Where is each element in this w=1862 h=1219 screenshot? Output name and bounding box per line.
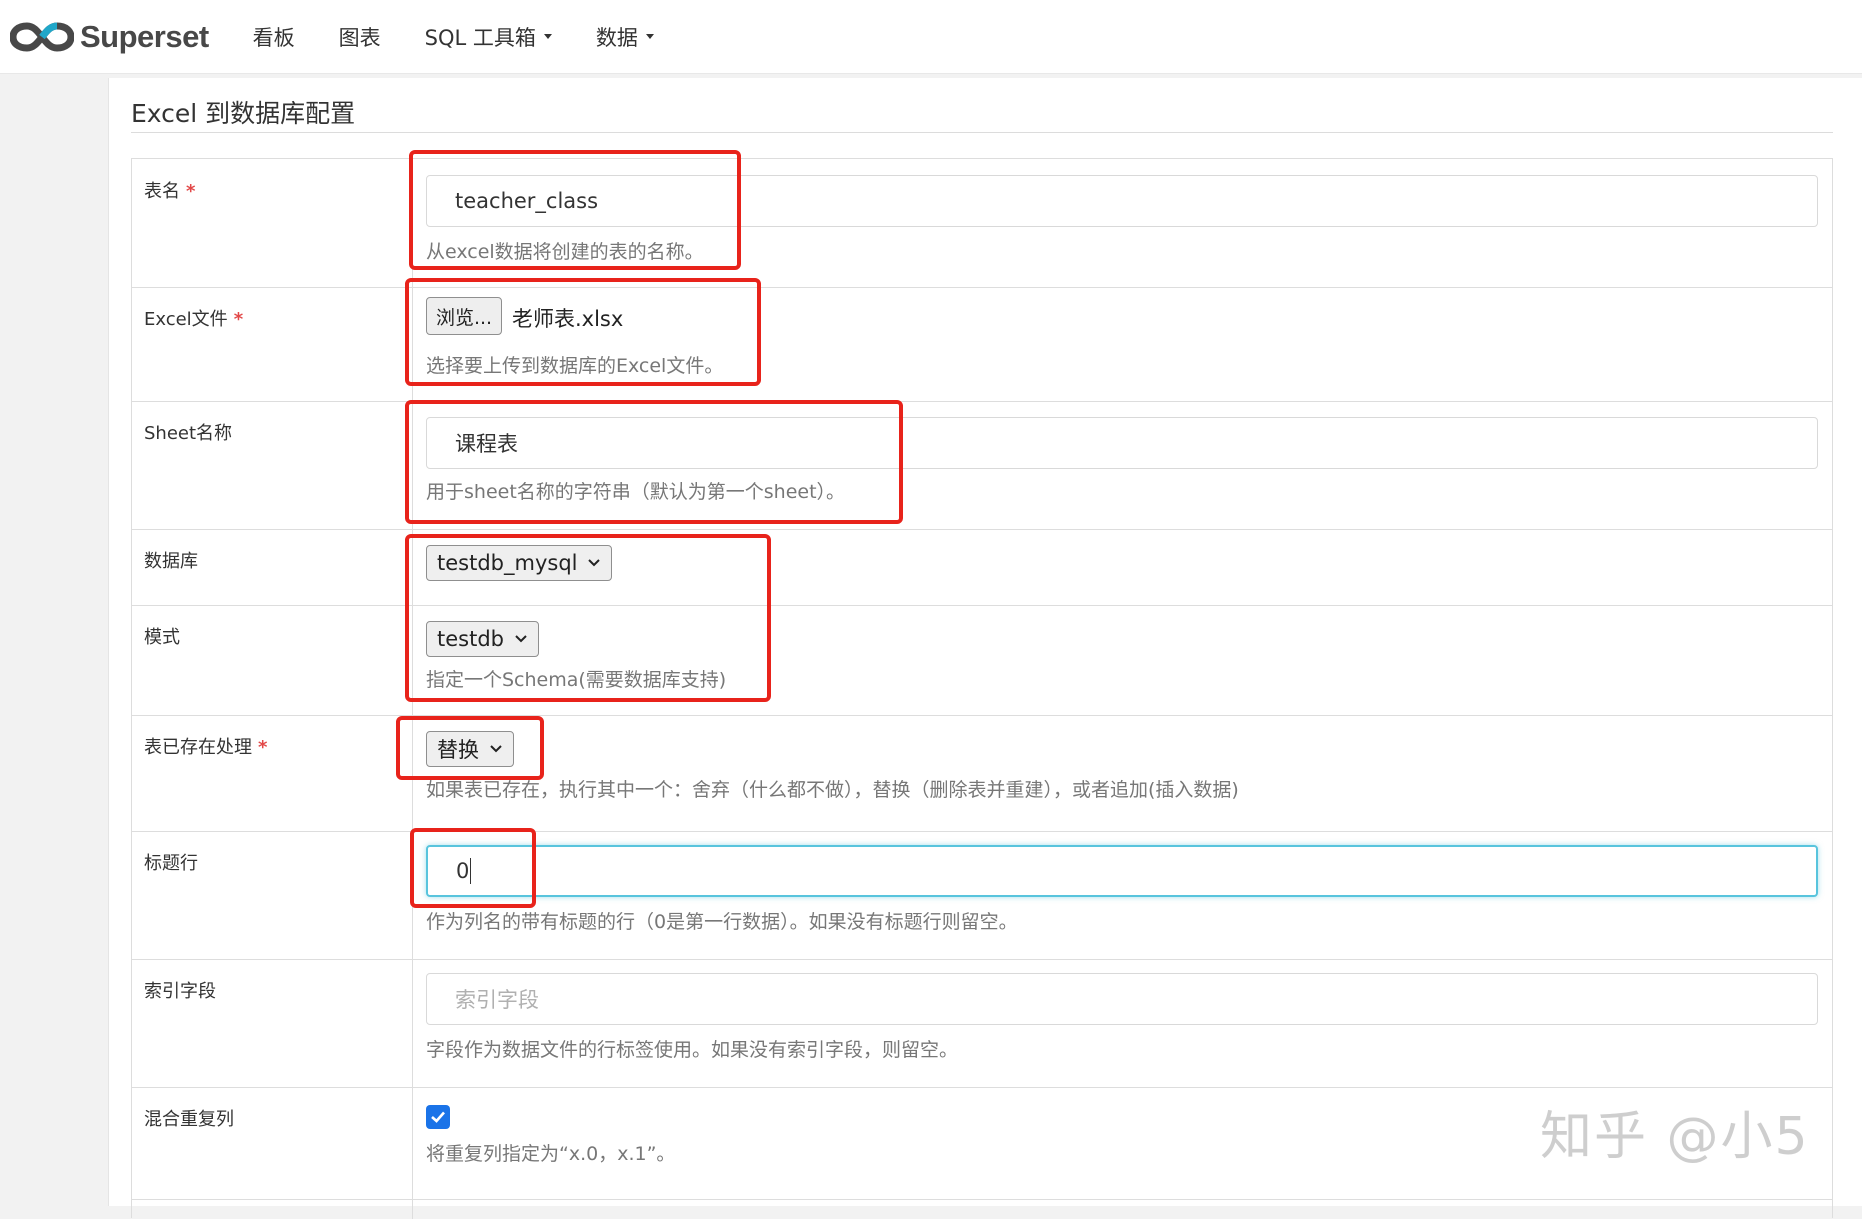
label-text: Excel文件 [144,309,228,330]
nav-item-data[interactable]: 数据 [574,0,676,74]
index-column-label: 索引字段 [144,977,216,1003]
brand[interactable]: Superset [10,0,209,74]
schema-help: 指定一个Schema(需要数据库支持) [426,669,727,691]
header-row-input[interactable]: 0 [426,845,1818,897]
row-divider [132,831,1832,832]
row-divider [132,959,1832,960]
input-value: 课程表 [455,432,518,456]
index-column-help: 字段作为数据文件的行标签使用。如果没有索引字段，则留空。 [426,1039,959,1061]
selected-file-name: 老师表.xlsx [512,307,624,331]
caret-down-icon [645,34,654,39]
row-divider [132,605,1832,606]
nav-item-dashboards[interactable]: 看板 [231,0,317,74]
database-select[interactable]: testdb_mysql [426,545,613,581]
nav-item-label: 数据 [595,25,638,50]
label-text: 数据库 [144,551,198,572]
index-column-input[interactable]: 索引字段 [426,973,1818,1025]
sheet-name-help: 用于sheet名称的字符串（默认为第一个sheet）。 [426,481,846,503]
label-text: 索引字段 [144,981,216,1002]
table-name-label: 表名 * [144,177,195,203]
title-divider [131,132,1833,133]
browse-file-button[interactable]: 浏览... [426,297,502,335]
brand-name: Superset [80,18,209,54]
label-text: 表名 [144,181,180,202]
schema-label: 模式 [144,623,180,649]
excel-file-help: 选择要上传到数据库的Excel文件。 [426,355,724,377]
chevron-down-icon [515,635,527,643]
input-placeholder: 索引字段 [455,988,539,1012]
checkmark-icon [431,1111,445,1123]
nav-item-label: 图表 [338,25,381,50]
sheet-name-label: Sheet名称 [144,419,232,445]
nav-item-label: 看板 [252,25,295,50]
table-name-input[interactable]: teacher_class [426,175,1818,227]
superset-logo-icon [10,22,74,51]
nav-menu: 看板 图表 SQL 工具箱 数据 [231,0,676,74]
sheet-name-input[interactable]: 课程表 [426,417,1818,469]
caret-down-icon [543,34,552,39]
database-label: 数据库 [144,547,198,573]
mangle-dupe-cols-label: 混合重复列 [144,1105,234,1131]
label-text: Sheet名称 [144,423,233,444]
select-value: 替换 [437,738,479,762]
label-text: 标题行 [144,853,198,874]
select-value: testdb [437,627,504,651]
watermark: 知乎 @小5 [1540,1107,1810,1167]
required-marker: * [186,181,196,202]
top-navbar: Superset 看板 图表 SQL 工具箱 数据 [0,0,1862,74]
page-title: Excel 到数据库配置 [131,99,356,128]
select-value: testdb_mysql [437,551,578,575]
row-divider [132,529,1832,530]
if-exists-help: 如果表已存在，执行其中一个：舍弃（什么都不做），替换（删除表并重建），或者追加(… [426,779,1239,801]
label-text: 混合重复列 [144,1109,234,1130]
header-row-label: 标题行 [144,849,198,875]
input-value: teacher_class [455,189,599,213]
header-row-help: 作为列名的带有标题的行（0是第一行数据）。如果没有标题行则留空。 [426,911,1018,933]
required-marker: * [258,737,268,758]
column-divider [412,159,413,1219]
if-exists-label: 表已存在处理 * [144,733,267,759]
row-divider [132,715,1832,716]
chevron-down-icon [490,745,502,753]
excel-file-label: Excel文件 * [144,305,243,331]
required-marker: * [233,309,244,330]
schema-select[interactable]: testdb [426,621,539,657]
label-text: 模式 [144,627,180,648]
nav-item-label: SQL 工具箱 [424,25,536,50]
row-divider [132,1087,1832,1088]
input-value: 0 [456,859,470,883]
if-exists-select[interactable]: 替换 [426,731,514,767]
row-divider [132,401,1832,402]
table-name-help: 从excel数据将创建的表的名称。 [426,241,704,263]
mangle-dupe-cols-help: 将重复列指定为“x.0，x.1”。 [426,1143,676,1165]
row-divider [132,287,1832,288]
text-cursor [470,858,472,884]
chevron-down-icon [588,559,601,567]
mangle-dupe-cols-checkbox[interactable] [426,1105,450,1129]
form-table: 表名 * teacher_class 从excel数据将创建的表的名称。 Exce… [131,158,1833,1219]
nav-item-charts[interactable]: 图表 [317,0,403,74]
nav-item-sql-lab[interactable]: SQL 工具箱 [403,0,574,74]
row-divider [132,1199,1832,1200]
label-text: 表已存在处理 [144,737,252,758]
upload-form-panel: Excel 到数据库配置 表名 * teacher_class 从excel数据将… [108,78,1862,1219]
